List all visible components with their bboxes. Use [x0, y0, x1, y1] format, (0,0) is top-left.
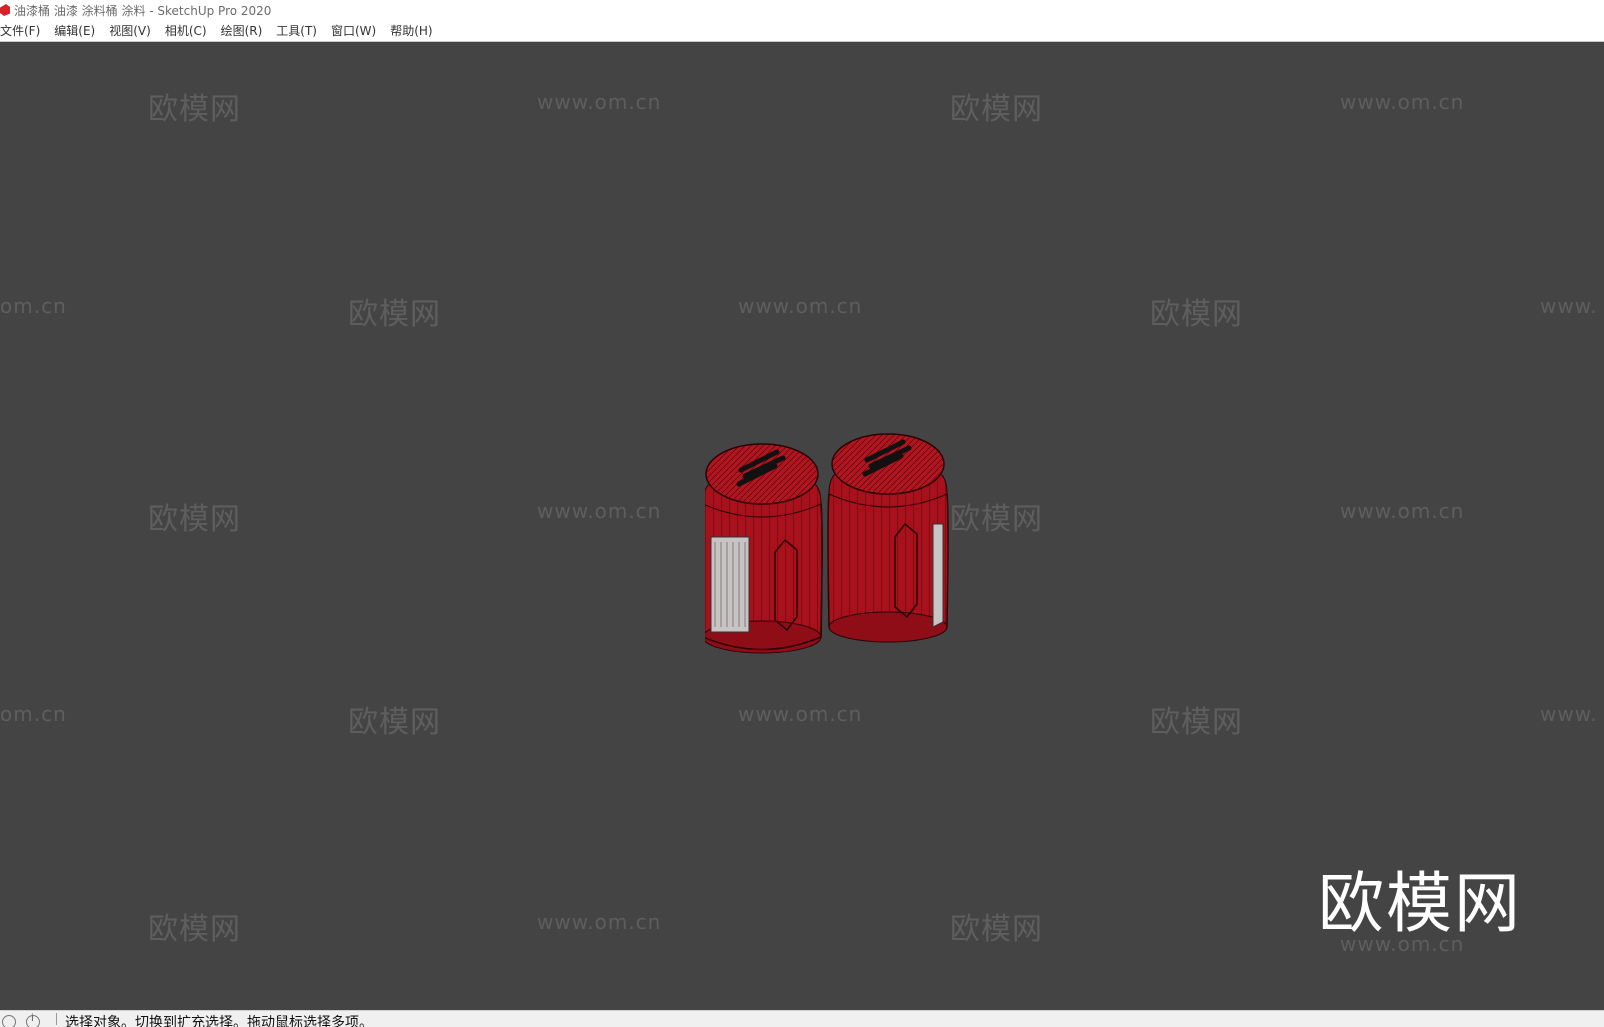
sketchup-app-icon: [0, 4, 10, 16]
watermark-brand: 欧模网: [348, 297, 441, 332]
menu-tools[interactable]: 工具(T): [276, 22, 324, 39]
menu-window[interactable]: 窗口(W): [331, 22, 383, 39]
menu-camera[interactable]: 相机(C): [165, 22, 214, 39]
watermark-brand: 欧模网: [950, 92, 1043, 127]
menu-bar: 文件(F) 编辑(E) 视图(V) 相机(C) 绘图(R) 工具(T) 窗口(W…: [0, 20, 1604, 42]
watermark-brand: 欧模网: [148, 92, 241, 127]
watermark-brand: 欧模网: [148, 912, 241, 947]
watermark-brand: 欧模网: [148, 502, 241, 537]
menu-draw[interactable]: 绘图(R): [221, 22, 270, 39]
paint-bucket-left: [705, 443, 823, 654]
watermark-url: www.om.cn: [537, 499, 662, 523]
watermark-url: om.cn: [0, 702, 67, 726]
menu-edit[interactable]: 编辑(E): [54, 22, 102, 39]
watermark-url: www.: [1540, 294, 1598, 318]
watermark-url: www.om.cn: [1340, 932, 1465, 956]
watermark-brand: 欧模网: [950, 912, 1043, 947]
title-bar: 油漆桶 油漆 涂料桶 涂料 - SketchUp Pro 2020: [0, 0, 1604, 20]
status-message: 选择对象。切换到扩充选择。拖动鼠标选择多项。: [65, 1015, 373, 1027]
window-title: 油漆桶 油漆 涂料桶 涂料 - SketchUp Pro 2020: [14, 3, 272, 18]
status-divider: [56, 1013, 57, 1025]
watermark-url: www.om.cn: [738, 294, 863, 318]
watermark-url: www.om.cn: [1340, 499, 1465, 523]
watermark-url: www.: [1540, 702, 1598, 726]
watermark-url: om.cn: [0, 294, 67, 318]
geolocation-icon[interactable]: [2, 1015, 16, 1027]
watermark-brand: 欧模网: [1150, 705, 1243, 740]
paint-bucket-right: [827, 433, 949, 643]
watermark-brand: 欧模网: [348, 705, 441, 740]
watermark-url: www.om.cn: [537, 90, 662, 114]
info-icon[interactable]: [26, 1013, 40, 1027]
paint-buckets-model[interactable]: [705, 432, 965, 662]
watermark-url: www.om.cn: [1340, 90, 1465, 114]
status-bar: 选择对象。切换到扩充选择。拖动鼠标选择多项。: [0, 1010, 1604, 1027]
watermark-url: www.om.cn: [537, 910, 662, 934]
watermark-url: www.om.cn: [738, 702, 863, 726]
menu-view[interactable]: 视图(V): [109, 22, 158, 39]
watermark-brand: 欧模网: [1150, 297, 1243, 332]
3d-viewport[interactable]: 欧模网 www.om.cn 欧模网 www.om.cn om.cn 欧模网 ww…: [0, 42, 1604, 1010]
menu-file[interactable]: 文件(F): [0, 22, 47, 39]
menu-help[interactable]: 帮助(H): [390, 22, 439, 39]
